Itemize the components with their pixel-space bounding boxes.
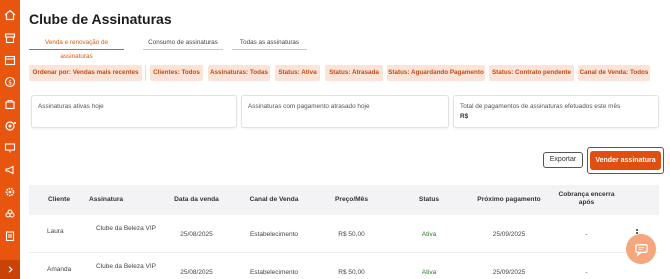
cell-assinatura: Clube da Beleza VIP bbox=[96, 263, 156, 270]
clipboard-icon[interactable] bbox=[4, 230, 16, 242]
cell-canal: Estabelecimento bbox=[249, 231, 299, 238]
page-title: Clube de Assinaturas bbox=[29, 11, 172, 27]
column-header[interactable]: Assinatura bbox=[89, 196, 134, 204]
sort-select[interactable]: Ordenar por: Vendas mais recentes bbox=[29, 65, 142, 81]
cell-data: 25/08/2025 bbox=[180, 269, 213, 276]
filter-chip-status-atrasada[interactable]: Status: Atrasada bbox=[325, 65, 383, 81]
filter-chip-assinaturas[interactable]: Assinaturas: Todas bbox=[208, 65, 270, 81]
svg-text:$: $ bbox=[8, 79, 12, 86]
megaphone-icon[interactable] bbox=[4, 164, 16, 176]
column-header[interactable]: Status bbox=[404, 196, 454, 204]
cell-cliente: Laura bbox=[47, 228, 64, 235]
cash-icon[interactable]: $ bbox=[4, 76, 16, 88]
table-row[interactable]: Amanda Clube da Beleza VIP 25/08/2025 Es… bbox=[29, 253, 659, 279]
settings-badge-icon[interactable] bbox=[4, 120, 16, 132]
tab-todas[interactable]: Todas as assinaturas bbox=[232, 36, 307, 50]
column-header[interactable]: Data da venda bbox=[164, 196, 229, 204]
chat-icon[interactable] bbox=[626, 234, 656, 264]
filter-chip-canal[interactable]: Canal de Venda: Todos bbox=[578, 65, 650, 81]
filter-chip-clientes[interactable]: Clientes: Todos bbox=[150, 65, 203, 81]
gear-icon[interactable] bbox=[4, 186, 16, 198]
filter-chip-status-ativa[interactable]: Status: Ativa bbox=[275, 65, 320, 81]
filter-divider bbox=[145, 65, 146, 81]
cell-proximo: 25/09/2025 bbox=[492, 269, 526, 276]
sell-subscription-button[interactable]: Vender assinatura bbox=[590, 151, 661, 170]
cell-canal: Estabelecimento bbox=[249, 269, 299, 276]
filter-chip-status-contrato[interactable]: Status: Contrato pendente bbox=[489, 65, 574, 81]
shopping-bag-icon[interactable] bbox=[4, 98, 16, 110]
cell-preco: R$ 50,00 bbox=[338, 269, 365, 276]
column-header[interactable]: Preço/Mês bbox=[324, 196, 379, 204]
card-total-pagamentos: Total de pagamentos de assinaturas efetu… bbox=[453, 95, 659, 128]
sidebar: $ bbox=[0, 0, 20, 279]
home-icon[interactable] bbox=[4, 9, 16, 21]
cell-cliente: Amanda bbox=[47, 266, 72, 273]
cell-encerra: - bbox=[585, 269, 588, 276]
table-header: Cliente Assinatura Data da venda Canal d… bbox=[29, 185, 659, 215]
status-badge: Ativa bbox=[421, 269, 437, 276]
table-row[interactable]: Laura Clube da Beleza VIP 25/08/2025 Est… bbox=[29, 215, 659, 253]
card-label: Assinaturas com pagamento atrasado hoje bbox=[248, 103, 370, 110]
export-button[interactable]: Exportar bbox=[543, 152, 583, 168]
cell-data: 25/08/2025 bbox=[180, 231, 213, 238]
column-header[interactable]: Canal de Venda bbox=[239, 196, 309, 204]
filter-chip-status-aguardando[interactable]: Status: Aguardando Pagamento bbox=[387, 65, 485, 81]
column-header[interactable]: Cobrança encerra após bbox=[554, 191, 619, 207]
cell-preco: R$ 50,00 bbox=[338, 231, 365, 238]
cell-encerra: - bbox=[585, 231, 588, 238]
card-ativas-hoje: Assinaturas ativas hoje bbox=[31, 95, 237, 128]
card-value: R$ bbox=[460, 113, 469, 120]
column-header[interactable]: Próximo pagamento bbox=[469, 196, 549, 204]
tab-consumo[interactable]: Consumo de assinaturas bbox=[143, 36, 223, 50]
flower-icon[interactable] bbox=[4, 208, 16, 220]
presentation-icon[interactable] bbox=[4, 142, 16, 154]
card-label: Assinaturas ativas hoje bbox=[38, 103, 104, 110]
column-header[interactable]: Cliente bbox=[39, 196, 79, 204]
tab-venda-renovacao[interactable]: Venda e renovação de assinaturas bbox=[29, 36, 124, 60]
status-badge: Ativa bbox=[421, 231, 437, 238]
card-label: Total de pagamentos de assinaturas efetu… bbox=[460, 103, 621, 110]
chevron-right-icon[interactable] bbox=[0, 260, 20, 279]
main-content: Clube de Assinaturas Venda e renovação d… bbox=[20, 0, 670, 279]
cell-proximo: 25/09/2025 bbox=[492, 231, 526, 238]
cell-assinatura: Clube da Beleza VIP bbox=[96, 225, 156, 232]
storefront-icon[interactable] bbox=[4, 32, 16, 44]
card-atrasado-hoje: Assinaturas com pagamento atrasado hoje bbox=[241, 95, 449, 128]
calendar-icon[interactable] bbox=[4, 54, 16, 66]
